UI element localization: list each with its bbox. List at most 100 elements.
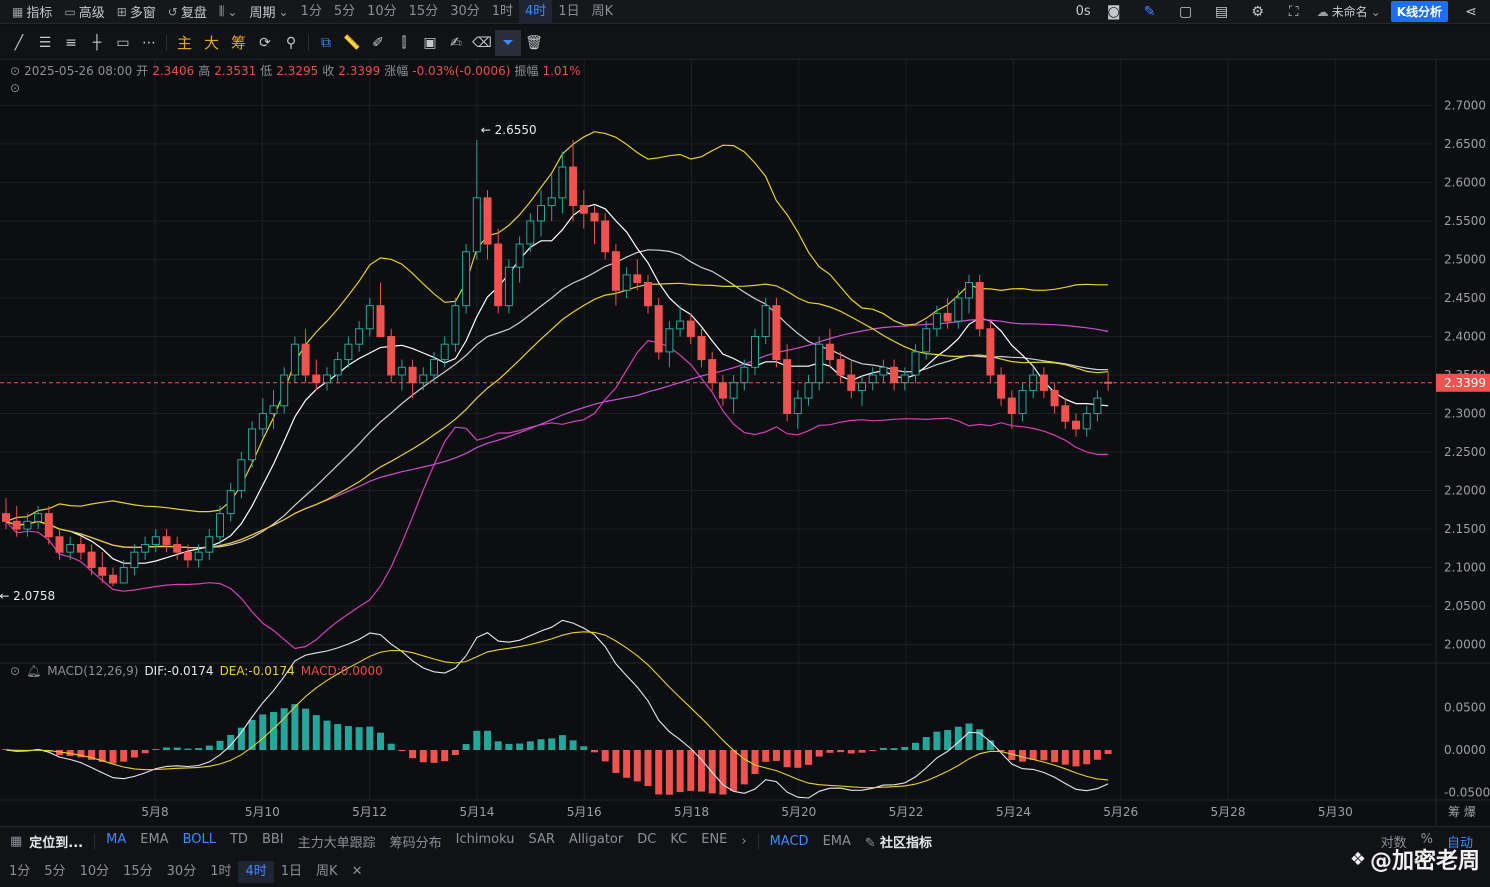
rectangle-icon[interactable]: ▭ <box>110 30 136 56</box>
bell-icon[interactable]: 🔔︎ <box>26 664 41 678</box>
clipboard-icon[interactable]: ▣ <box>417 30 443 56</box>
period-option[interactable]: 5分 <box>328 0 361 24</box>
main-force-button[interactable]: 主 <box>171 32 198 53</box>
timeframe-option[interactable]: 10分 <box>73 861 117 883</box>
main-indicator-option[interactable]: 筹码分布 <box>383 832 449 851</box>
brush-icon[interactable]: ✐ <box>365 30 391 56</box>
timeframe-option[interactable]: 5分 <box>37 861 72 883</box>
macd-histogram-bar <box>569 740 577 750</box>
main-indicator-option[interactable]: TD <box>223 832 255 851</box>
timeframe-option[interactable]: 30分 <box>160 861 204 883</box>
multi-window-menu[interactable]: ⊞ 多窗 <box>111 0 162 24</box>
compare-icon[interactable]: ⫿ <box>391 30 417 56</box>
layout-menu[interactable]: ☁ 未命名 ⌄ <box>1317 0 1381 24</box>
macd-histogram-bar <box>698 750 705 792</box>
macd-histogram-bar <box>890 748 898 750</box>
macd-histogram-bar <box>377 732 384 750</box>
ma-short-line <box>5 203 1109 564</box>
timeframe-option[interactable]: 周K <box>309 861 345 883</box>
price-chart[interactable]: 2.7000 2.6500 2.6000 2.5500 2.5000 2.4500 2.40… <box>0 60 1490 826</box>
timeframe-option[interactable]: 1日 <box>274 861 309 883</box>
main-indicator-option[interactable]: BBI <box>255 832 291 851</box>
locate-button[interactable]: 定位到... <box>22 832 90 851</box>
copy-icon[interactable]: ⧉ <box>313 30 339 56</box>
macd-histogram-bar <box>195 748 203 750</box>
top-bar: ▦ 指标 ▭ 高级 ⊞ 多窗 ↺ 复盘 ⫼ ⌄ 周期 ⌄ 1分 5分 10分 15分 30分 1时 4时… <box>0 0 1490 24</box>
eraser-icon[interactable]: ⌫ <box>469 30 495 56</box>
collapse-icon[interactable]: ⊙ <box>10 664 20 678</box>
big-order-button[interactable]: 大 <box>198 32 225 53</box>
price-annotation: ← 2.0758 <box>0 589 55 603</box>
candle-type-icon: ⫼ <box>218 4 225 18</box>
period-option[interactable]: 30分 <box>444 0 486 24</box>
edit-icon[interactable]: ✍ <box>443 30 469 56</box>
macd-histogram-bar <box>655 750 663 795</box>
pen-icon[interactable]: ✎ <box>1137 0 1163 25</box>
period-option[interactable]: 周K <box>586 0 620 24</box>
more-tools-icon[interactable]: ⋯ <box>136 30 162 56</box>
trash-icon[interactable]: 🗑 <box>521 30 547 56</box>
close-icon[interactable]: ✕ <box>345 861 370 883</box>
replay-menu[interactable]: ↺ 复盘 <box>162 0 213 24</box>
advanced-menu[interactable]: ▭ 高级 <box>58 0 110 24</box>
edit-icon: ✎ <box>864 836 876 851</box>
sync-icon[interactable]: ⟳ <box>252 30 278 56</box>
macd-histogram-bar <box>869 750 877 751</box>
fullscreen-icon[interactable]: ⛶ <box>1281 0 1307 25</box>
indicator-menu[interactable]: ▦ 指标 <box>6 0 58 24</box>
candle <box>44 513 53 538</box>
main-indicator-option[interactable]: Ichimoku <box>449 832 522 851</box>
main-indicator-option[interactable]: SAR <box>521 832 561 851</box>
macd-histogram-bar <box>558 735 566 750</box>
horizontal-ray-icon[interactable]: ┼ <box>84 30 110 56</box>
settings-icon[interactable]: ⚙ <box>1245 0 1271 25</box>
timeframe-option[interactable]: 4时 <box>238 860 274 883</box>
main-indicator-option[interactable]: ENE <box>694 832 734 851</box>
template-icon[interactable]: ▤ <box>1209 0 1235 25</box>
period-option[interactable]: 1日 <box>552 0 585 24</box>
kline-analysis-button[interactable]: K线分析 <box>1390 1 1448 22</box>
main-indicator-option[interactable]: DC <box>630 832 663 851</box>
main-indicator-option[interactable]: BOLL <box>176 832 223 851</box>
period-option[interactable]: 10分 <box>361 0 403 24</box>
macd-histogram-bar <box>783 750 791 768</box>
chip-button[interactable]: 筹 <box>225 32 252 53</box>
period-option[interactable]: 1分 <box>295 0 328 24</box>
period-option[interactable]: 15分 <box>403 0 445 24</box>
period-option[interactable]: 4时 <box>519 0 553 24</box>
ruler-icon[interactable]: 📏 <box>339 30 365 56</box>
macd-histogram-bar <box>291 704 299 750</box>
period-menu[interactable]: 周期 ⌄ <box>243 0 294 24</box>
share-icon[interactable]: ⋖ <box>1458 0 1484 25</box>
sub-indicator-option[interactable]: MACD <box>763 834 816 849</box>
candle-type-menu[interactable]: ⫼ ⌄ <box>213 0 244 24</box>
main-indicator-option[interactable]: KC <box>663 832 694 851</box>
main-indicator-option[interactable]: MA <box>99 832 133 851</box>
main-indicator-option[interactable]: EMA <box>133 832 175 851</box>
timeframe-option[interactable]: 1分 <box>2 861 37 883</box>
x-tick-label: 5月10 <box>245 805 280 819</box>
candle <box>697 335 706 361</box>
candle <box>965 282 973 299</box>
magnet-icon[interactable]: ⚲ <box>278 30 304 56</box>
sub-indicator-option[interactable]: EMA <box>816 834 858 849</box>
macd-histogram-bar <box>1051 750 1059 763</box>
more-chevron-icon[interactable]: › <box>734 834 753 849</box>
main-indicator-option[interactable]: Alligator <box>562 832 630 851</box>
message-icon[interactable]: ▢ <box>1173 0 1199 25</box>
candle <box>825 343 834 361</box>
collapse-icon[interactable]: ⊙ <box>10 64 20 78</box>
expand-icon[interactable]: ⊙ <box>10 81 20 95</box>
parallel-lines-icon[interactable]: ≡ <box>58 30 84 56</box>
main-indicator-option[interactable]: 主力大单跟踪 <box>291 832 383 851</box>
community-indicators[interactable]: ✎ 社区指标 <box>858 832 939 851</box>
filter-icon[interactable]: ⏷ <box>495 29 522 56</box>
trend-line-icon[interactable]: ╱ <box>6 30 32 56</box>
camera-icon[interactable]: ◙ <box>1101 0 1127 25</box>
candle <box>922 328 931 353</box>
candle <box>205 536 214 553</box>
timeframe-option[interactable]: 15分 <box>116 861 160 883</box>
period-option[interactable]: 1时 <box>486 0 519 24</box>
timeframe-option[interactable]: 1时 <box>203 861 238 883</box>
horizontal-lines-icon[interactable]: ☰ <box>32 30 58 56</box>
